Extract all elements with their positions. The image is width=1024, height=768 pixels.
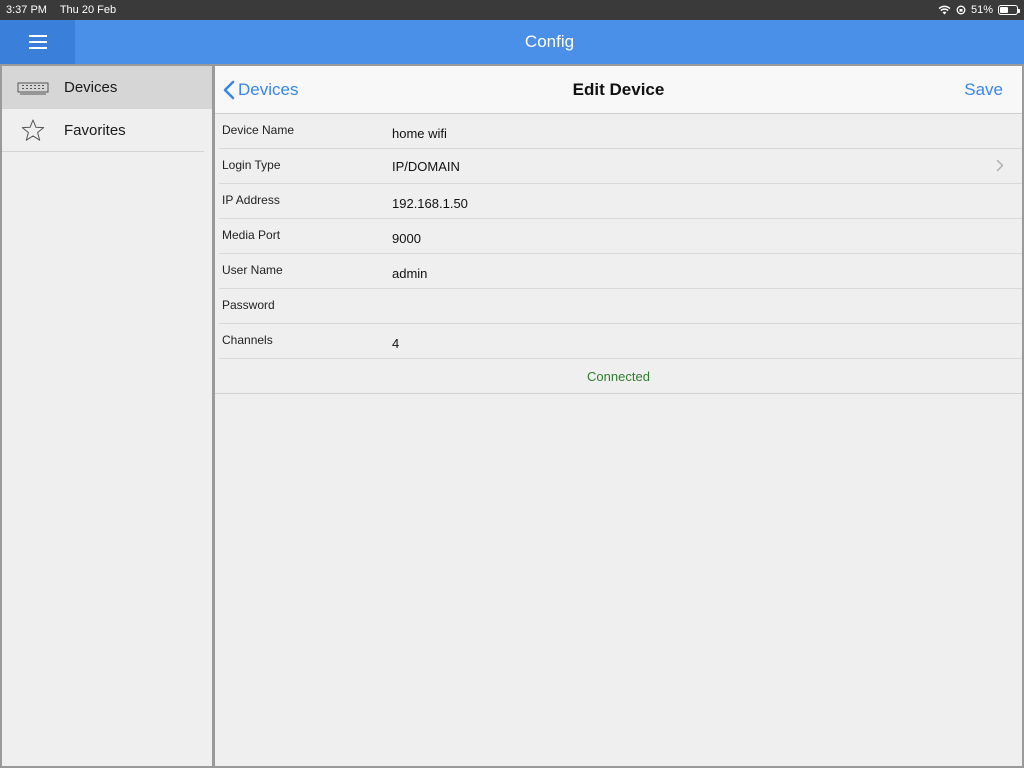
media-port-label: Media Port bbox=[222, 228, 281, 242]
user-name-input[interactable] bbox=[392, 264, 942, 282]
connection-status: Connected bbox=[587, 369, 650, 384]
user-name-row: User Name bbox=[215, 254, 1022, 289]
ip-address-label: IP Address bbox=[222, 193, 280, 207]
chevron-left-icon bbox=[223, 80, 235, 100]
battery-level bbox=[1000, 7, 1009, 13]
login-type-label: Login Type bbox=[222, 158, 281, 172]
channels-label: Channels bbox=[222, 333, 273, 347]
password-input[interactable] bbox=[392, 299, 942, 317]
status-right: 51% bbox=[938, 4, 1020, 16]
device-form: Device Name Login Type IP/DOMAIN IP Addr… bbox=[215, 114, 1022, 394]
login-type-value: IP/DOMAIN bbox=[392, 159, 460, 174]
back-button[interactable]: Devices bbox=[223, 66, 298, 114]
chevron-right-icon[interactable] bbox=[996, 159, 1004, 172]
connection-status-row: Connected bbox=[215, 359, 1022, 394]
hamburger-icon bbox=[28, 35, 47, 49]
sidebar: Devices Favorites bbox=[2, 66, 212, 766]
login-type-row[interactable]: Login Type IP/DOMAIN bbox=[215, 149, 1022, 184]
password-label: Password bbox=[222, 298, 275, 312]
channels-row: Channels bbox=[215, 324, 1022, 359]
back-button-label: Devices bbox=[238, 80, 299, 99]
channels-input[interactable] bbox=[392, 334, 942, 352]
nav-title: Config bbox=[524, 32, 575, 51]
ip-address-row: IP Address bbox=[215, 184, 1022, 219]
status-date: Thu 20 Feb bbox=[59, 4, 117, 16]
device-name-row: Device Name bbox=[215, 114, 1022, 149]
status-time: 3:37 PM bbox=[6, 4, 47, 16]
wifi-icon bbox=[938, 5, 951, 15]
star-icon bbox=[2, 119, 64, 142]
dvr-device-icon bbox=[2, 81, 64, 95]
device-name-label: Device Name bbox=[222, 123, 295, 137]
menu-button[interactable] bbox=[0, 20, 75, 64]
sidebar-item-favorites[interactable]: Favorites bbox=[2, 109, 212, 152]
status-bar: 3:37 PM Thu 20 Feb 51% bbox=[0, 0, 1024, 20]
ip-address-input[interactable] bbox=[392, 194, 942, 212]
sidebar-item-label: Favorites bbox=[64, 122, 126, 139]
rotation-lock-icon bbox=[956, 5, 966, 15]
user-name-label: User Name bbox=[222, 263, 283, 277]
page-title: Edit Device bbox=[572, 80, 665, 99]
sidebar-item-devices[interactable]: Devices bbox=[2, 66, 212, 109]
media-port-row: Media Port bbox=[215, 219, 1022, 254]
battery-percent: 51% bbox=[970, 4, 993, 16]
password-row: Password bbox=[215, 289, 1022, 324]
detail-panel: Devices Edit Device Save Device Name Log… bbox=[215, 66, 1022, 766]
nav-bar: Config bbox=[0, 20, 1024, 64]
device-name-input[interactable] bbox=[392, 124, 942, 142]
battery-icon bbox=[998, 5, 1020, 15]
status-left: 3:37 PM Thu 20 Feb bbox=[6, 4, 126, 16]
media-port-input[interactable] bbox=[392, 229, 942, 247]
detail-header: Devices Edit Device Save bbox=[215, 66, 1022, 114]
save-button[interactable]: Save bbox=[964, 66, 1003, 114]
sidebar-item-label: Devices bbox=[64, 79, 118, 96]
